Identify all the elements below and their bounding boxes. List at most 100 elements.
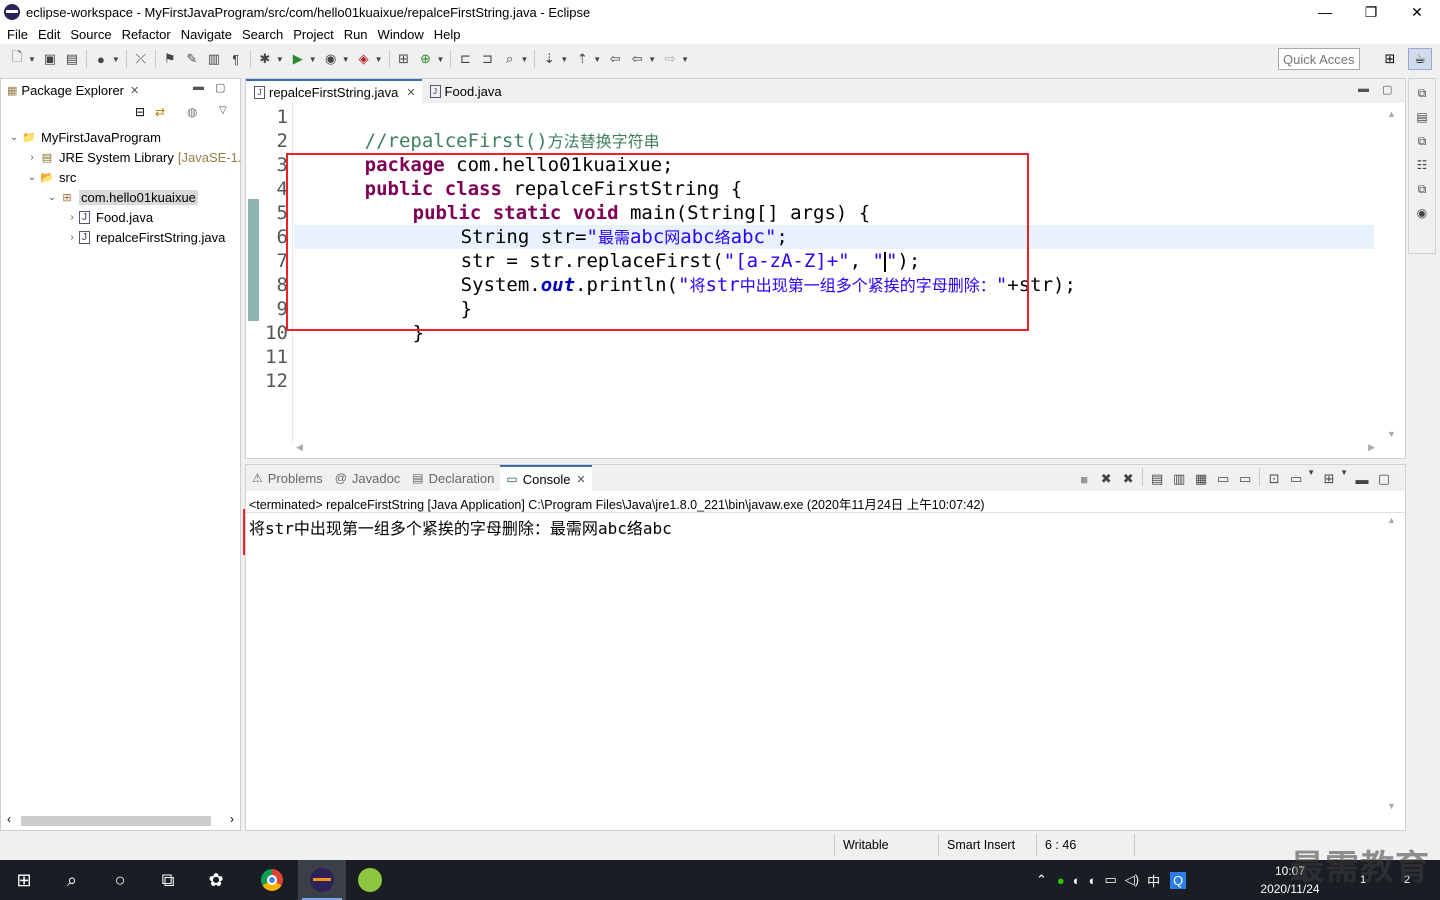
outline-icon[interactable]: ☷ (1409, 155, 1435, 175)
clear-console-icon[interactable]: ▤ (1146, 468, 1168, 490)
scroll-up-icon[interactable]: ▲ (1387, 109, 1396, 119)
debug-icon[interactable]: ✱ (254, 48, 276, 70)
focus-task-icon[interactable]: ◍ (187, 105, 197, 119)
scroll-left-icon[interactable]: ‹ (7, 812, 11, 826)
chevron-down-icon[interactable]: ▼ (520, 55, 528, 64)
previous-annotation-icon[interactable]: ⇡ (571, 48, 593, 70)
user-icon[interactable]: ● (90, 48, 112, 70)
chevron-down-icon[interactable]: ▼ (309, 55, 317, 64)
chrome-icon[interactable] (248, 860, 296, 900)
close-icon[interactable]: ✕ (406, 86, 415, 99)
qq-icon[interactable]: ◐ (1089, 873, 1097, 888)
maximize-view-icon[interactable]: ▢ (1373, 468, 1395, 490)
qq-icon[interactable]: ◐ (1073, 873, 1081, 888)
network-icon[interactable]: ▭ (1104, 872, 1116, 888)
external-tools-icon[interactable]: ◈ (353, 48, 375, 70)
forward-icon[interactable]: ⇨ (659, 48, 681, 70)
open-type-icon[interactable]: ⊏ (454, 48, 476, 70)
collapse-all-icon[interactable]: ⊟ (135, 105, 145, 119)
menu-file[interactable]: File (2, 27, 33, 42)
chevron-right-icon[interactable]: › (65, 232, 79, 243)
chevron-down-icon[interactable]: ▼ (28, 55, 36, 64)
menu-edit[interactable]: Edit (33, 27, 65, 42)
windows-start-icon[interactable]: ⊞ (0, 860, 48, 900)
chevron-down-icon[interactable]: ▼ (648, 55, 656, 64)
tab-repalcefirststring[interactable]: J repalceFirstString.java ✕ (246, 79, 422, 103)
skip-breakpoints-icon[interactable]: ⤫ (130, 48, 152, 70)
minimize-view-icon[interactable]: ▬ (1351, 468, 1373, 490)
open-perspective-icon[interactable]: ⊞ (1378, 48, 1402, 70)
cortana-icon[interactable]: ○ (96, 860, 144, 900)
chevron-down-icon[interactable]: ▼ (1340, 468, 1348, 490)
chevron-right-icon[interactable]: › (65, 212, 79, 223)
chevron-right-icon[interactable]: › (25, 152, 39, 163)
link-editor-icon[interactable]: ⇄ (155, 105, 165, 119)
save-icon[interactable]: ▣ (39, 48, 61, 70)
word-wrap-icon[interactable]: ▦ (1190, 468, 1212, 490)
tree-item-src[interactable]: ⌄ 📂 src (25, 167, 77, 187)
block-select-icon[interactable]: ▥ (203, 48, 225, 70)
tree-item-repalcefirststring[interactable]: › J repalceFirstString.java (65, 227, 225, 247)
minimize-view-icon[interactable]: ▬ (1358, 83, 1369, 95)
toggle-mark-icon[interactable]: ⚑ (159, 48, 181, 70)
save-all-icon[interactable]: ▤ (61, 48, 83, 70)
remove-all-launches-icon[interactable]: ✖ (1117, 468, 1139, 490)
tree-item-jre[interactable]: › ▤ JRE System Library [JavaSE-1. (25, 147, 241, 167)
search-icon[interactable]: ⌕ (498, 48, 520, 70)
scrollbar-thumb[interactable] (21, 816, 211, 826)
menu-refactor[interactable]: Refactor (117, 27, 176, 42)
chevron-down-icon[interactable]: ⌄ (7, 132, 21, 143)
scroll-left-icon[interactable]: ◀ (296, 442, 303, 453)
volume-icon[interactable]: ◁) (1125, 872, 1139, 888)
restore-icon[interactable]: ⧉ (1409, 83, 1435, 103)
coverage-icon[interactable]: ◉ (320, 48, 342, 70)
whitespace-icon[interactable]: ¶ (225, 48, 247, 70)
remove-launch-icon[interactable]: ✖ (1095, 468, 1117, 490)
chevron-down-icon[interactable]: ▼ (342, 55, 350, 64)
restore-icon[interactable]: ⧉ (1409, 179, 1435, 199)
chevron-down-icon[interactable]: ⌄ (25, 172, 39, 183)
maximize-view-icon[interactable]: ▢ (1382, 83, 1392, 96)
menu-navigate[interactable]: Navigate (176, 27, 237, 42)
new-icon[interactable]: 🗋 (6, 48, 28, 70)
minimize-button[interactable]: — (1302, 0, 1348, 24)
tab-package-explorer[interactable]: ▦ Package Explorer ✕ (1, 79, 145, 101)
app-tray-icon[interactable]: Q (1170, 871, 1187, 889)
last-edit-icon[interactable]: ⇦ (604, 48, 626, 70)
scroll-right-icon[interactable]: › (230, 812, 234, 826)
vertical-scrollbar[interactable]: ▲ ▼ (1387, 109, 1399, 439)
tab-console[interactable]: ▭ Console ✕ (500, 465, 592, 491)
restore-icon[interactable]: ⧉ (1409, 131, 1435, 151)
pin-console-icon[interactable]: ⊡ (1263, 468, 1285, 490)
open-task-icon[interactable]: ⊐ (476, 48, 498, 70)
minimize-view-icon[interactable]: ▬ (193, 81, 204, 93)
tree-item-package[interactable]: ⌄ ⊞ com.hello01kuaixue (45, 187, 198, 207)
chevron-down-icon[interactable]: ⌄ (45, 192, 59, 203)
scroll-up-icon[interactable]: ▲ (1387, 515, 1396, 525)
view-menu-icon[interactable]: ▽ (219, 105, 227, 116)
chevron-down-icon[interactable]: ▼ (593, 55, 601, 64)
chevron-down-icon[interactable]: ▼ (560, 55, 568, 64)
task-view-icon[interactable]: ⧉ (144, 860, 192, 900)
new-java-package-icon[interactable]: ⊞ (393, 48, 415, 70)
maximize-button[interactable]: ❐ (1348, 0, 1394, 24)
new-java-class-icon[interactable]: ⊕ (415, 48, 437, 70)
horizontal-scrollbar[interactable]: ◀ ▶ (296, 442, 1375, 454)
maximize-view-icon[interactable]: ▢ (215, 81, 225, 94)
menu-run[interactable]: Run (339, 27, 373, 42)
chevron-down-icon[interactable]: ▼ (437, 55, 445, 64)
tab-problems[interactable]: ⚠ Problems (246, 465, 329, 491)
highlight-icon[interactable]: ✎ (181, 48, 203, 70)
scroll-down-icon[interactable]: ▼ (1387, 429, 1396, 439)
menu-source[interactable]: Source (65, 27, 116, 42)
tab-declaration[interactable]: ▤ Declaration (406, 465, 500, 491)
java-perspective-icon[interactable]: ☕ (1408, 48, 1432, 70)
display-console-icon[interactable]: ▭ (1285, 468, 1307, 490)
tree-item-food[interactable]: › J Food.java (65, 207, 153, 227)
open-console-icon[interactable]: ⊞ (1318, 468, 1340, 490)
palette-icon[interactable]: ◉ (1409, 203, 1435, 223)
terminate-icon[interactable]: ■ (1073, 468, 1095, 490)
scroll-down-icon[interactable]: ▼ (1387, 801, 1396, 811)
chevron-down-icon[interactable]: ▼ (112, 55, 120, 64)
menu-project[interactable]: Project (288, 27, 338, 42)
